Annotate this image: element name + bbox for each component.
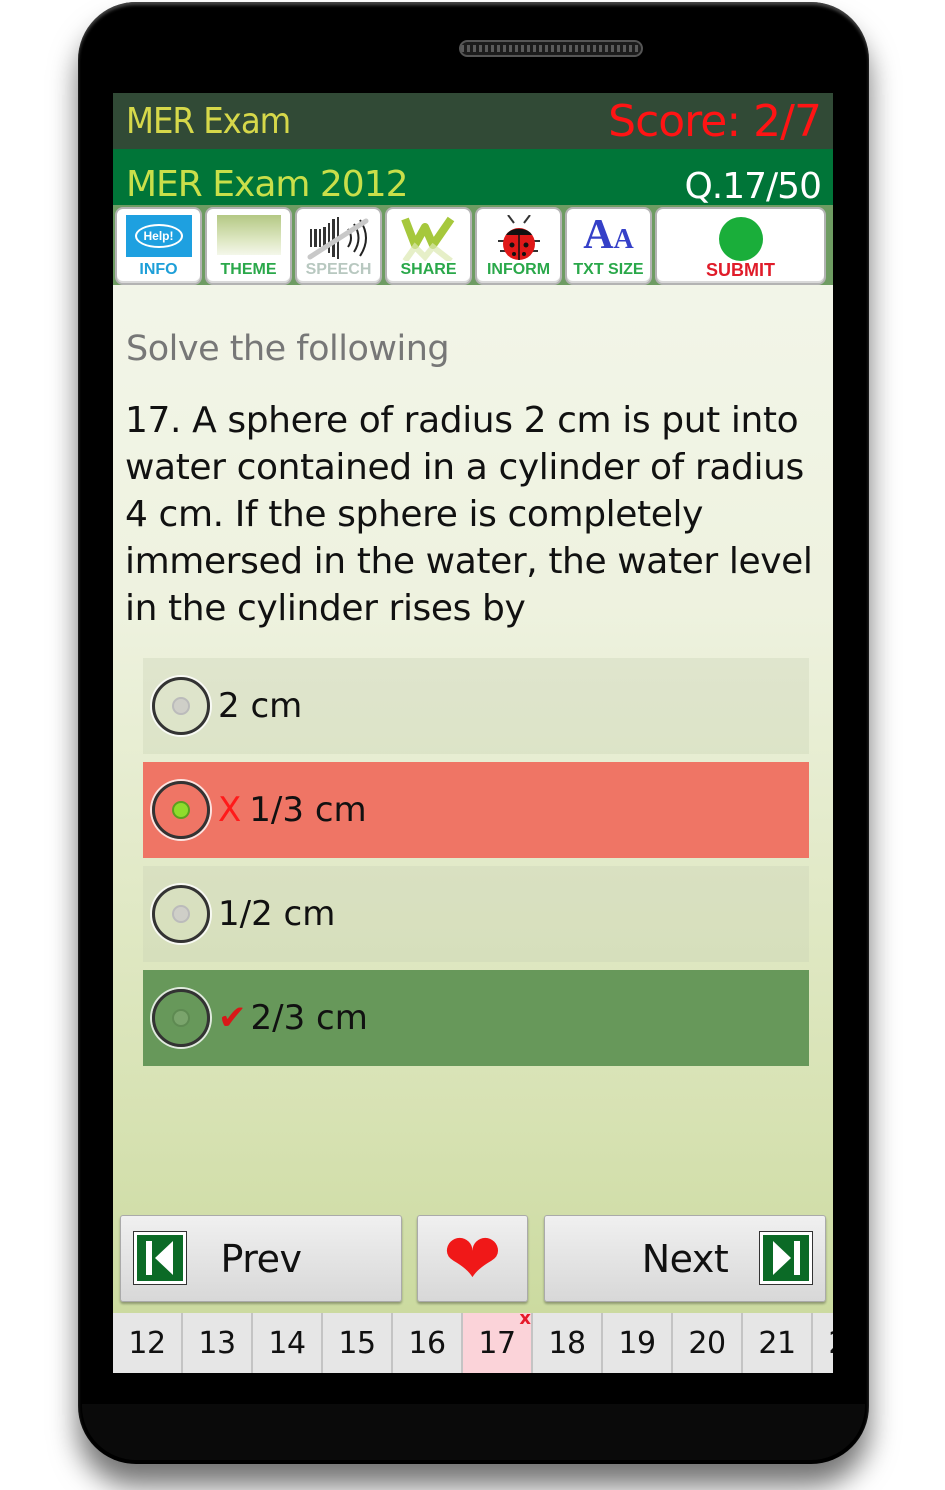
skip-forward-icon bbox=[759, 1231, 813, 1285]
page-19[interactable]: 19 bbox=[603, 1313, 673, 1373]
info-label: INFO bbox=[139, 261, 178, 278]
exam-name: MER Exam 2012 bbox=[126, 164, 409, 205]
option-text: 1/2 cm bbox=[218, 894, 336, 934]
option-text: 1/3 cm bbox=[249, 790, 367, 830]
page-15[interactable]: 15 bbox=[323, 1313, 393, 1373]
speaker-muted-icon bbox=[307, 217, 368, 260]
theme-label: THEME bbox=[220, 261, 277, 278]
earpiece-speaker bbox=[459, 40, 643, 57]
question-counter: Q.17/50 bbox=[684, 166, 822, 207]
next-button[interactable]: Next bbox=[544, 1215, 826, 1302]
option-3[interactable]: 1/2 cm bbox=[143, 866, 809, 962]
question-page-strip: 12 13 14 15 16 17 x 18 19 20 21 22 bbox=[113, 1308, 833, 1373]
speech-label: SPEECH bbox=[305, 261, 372, 278]
info-button[interactable]: Help! INFO bbox=[115, 207, 202, 285]
heart-icon: ❤ bbox=[443, 1217, 502, 1300]
answer-options: 2 cm X 1/3 cm 1/2 cm ✔ 2/3 cm bbox=[143, 658, 809, 1074]
prev-label: Prev bbox=[220, 1236, 302, 1281]
share-button[interactable]: SHARE bbox=[385, 207, 472, 285]
submit-label: SUBMIT bbox=[706, 260, 775, 280]
option-4-correct[interactable]: ✔ 2/3 cm bbox=[143, 970, 809, 1066]
speech-button[interactable]: SPEECH bbox=[295, 207, 382, 285]
radio-button[interactable] bbox=[152, 989, 210, 1047]
page-20[interactable]: 20 bbox=[673, 1313, 743, 1373]
share-w-icon bbox=[400, 216, 454, 261]
prev-button[interactable]: Prev bbox=[120, 1215, 402, 1302]
page-17-current[interactable]: 17 x bbox=[463, 1308, 533, 1373]
theme-button[interactable]: THEME bbox=[205, 207, 292, 285]
page-18[interactable]: 18 bbox=[533, 1313, 603, 1373]
check-mark-icon: ✔ bbox=[218, 998, 247, 1038]
page-12[interactable]: 12 bbox=[113, 1313, 183, 1373]
radio-button-selected[interactable] bbox=[152, 781, 210, 839]
app-title: MER Exam bbox=[126, 100, 291, 142]
wrong-x-icon: X bbox=[218, 790, 242, 830]
question-text: 17. A sphere of radius 2 cm is put into … bbox=[125, 400, 813, 629]
page-21[interactable]: 21 bbox=[743, 1313, 813, 1373]
theme-swatch-icon bbox=[216, 215, 281, 255]
next-label: Next bbox=[641, 1236, 729, 1281]
phone-chin bbox=[82, 1404, 865, 1460]
page-13[interactable]: 13 bbox=[183, 1313, 253, 1373]
ladybug-icon bbox=[497, 215, 540, 260]
help-icon: Help! bbox=[125, 215, 192, 257]
title-bar: MER Exam Score: 2/7 bbox=[113, 93, 833, 149]
text-size-icon: AA bbox=[583, 212, 634, 258]
score-display: Score: 2/7 bbox=[608, 95, 822, 147]
radio-button[interactable] bbox=[152, 885, 210, 943]
share-label: SHARE bbox=[400, 261, 457, 278]
toolbar: Help! INFO THEME SPEECH SHARE INFORM AA … bbox=[113, 205, 833, 285]
favorite-button[interactable]: ❤ bbox=[417, 1215, 528, 1302]
page-14[interactable]: 14 bbox=[253, 1313, 323, 1373]
exam-bar: MER Exam 2012 Q.17/50 bbox=[113, 149, 833, 207]
inform-button[interactable]: INFORM bbox=[475, 207, 562, 285]
radio-button[interactable] bbox=[152, 677, 210, 735]
app-screen: MER Exam Score: 2/7 MER Exam 2012 Q.17/5… bbox=[113, 93, 833, 1373]
page-16[interactable]: 16 bbox=[393, 1313, 463, 1373]
question-prompt: Solve the following bbox=[126, 329, 450, 369]
navigation-bar: Prev ❤ Next bbox=[113, 1215, 833, 1303]
option-text: 2 cm bbox=[218, 686, 303, 726]
inform-label: INFORM bbox=[486, 261, 551, 278]
text-size-button[interactable]: AA TXT SIZE bbox=[565, 207, 652, 285]
option-2-wrong[interactable]: X 1/3 cm bbox=[143, 762, 809, 858]
green-dot-icon bbox=[718, 217, 763, 261]
wrong-x-icon: x bbox=[519, 1308, 531, 1329]
option-text: 2/3 cm bbox=[250, 998, 368, 1038]
option-1[interactable]: 2 cm bbox=[143, 658, 809, 754]
submit-button[interactable]: SUBMIT bbox=[655, 207, 826, 285]
skip-back-icon bbox=[133, 1231, 187, 1285]
page-22[interactable]: 22 bbox=[813, 1313, 833, 1373]
